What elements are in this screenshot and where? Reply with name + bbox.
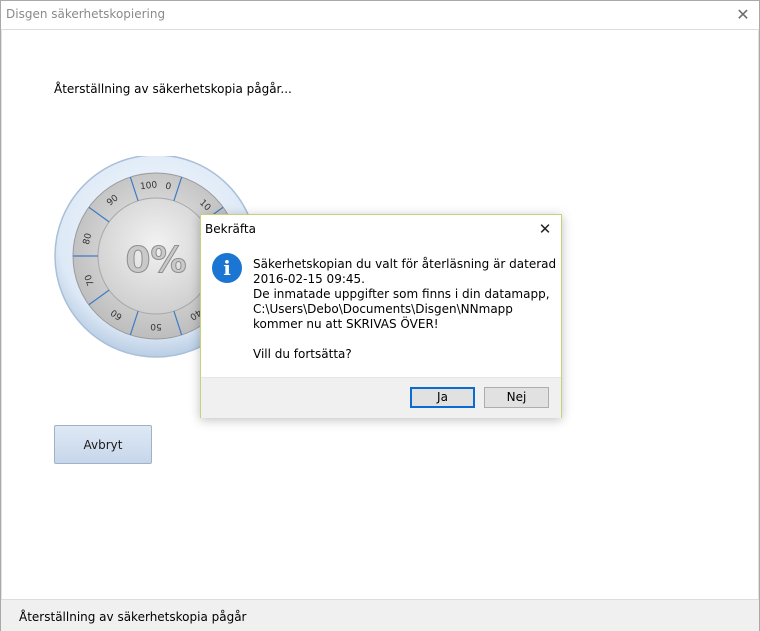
- cancel-button[interactable]: Avbryt: [54, 425, 152, 464]
- question-text: Vill du fortsätta?: [253, 347, 352, 361]
- dialog-footer: Ja Nej: [201, 377, 561, 418]
- status-text: Återställning av säkerhetskopia pågår: [19, 610, 247, 624]
- confirm-dialog: Bekräfta ✕ i Säkerhetskopian du valt för…: [200, 214, 562, 418]
- status-bar: Återställning av säkerhetskopia pågår: [1, 599, 759, 631]
- title-bar: Disgen säkerhetskopiering ✕: [1, 1, 759, 29]
- dial-tick-label: 50: [150, 321, 162, 331]
- info-icon: i: [212, 253, 242, 283]
- message-line: Säkerhetskopian du valt för återläsning …: [253, 257, 557, 271]
- no-button[interactable]: Nej: [484, 387, 549, 408]
- dialog-close-icon[interactable]: ✕: [535, 219, 555, 239]
- message-line: De inmatade uppgifter som finns i din da…: [253, 287, 550, 301]
- progress-text: Återställning av säkerhetskopia pågår...: [54, 82, 292, 96]
- dialog-title: Bekräfta: [205, 222, 256, 236]
- dial-tick-label: 100: [140, 180, 158, 192]
- message-line: C:\Users\Debo\Documents\Disgen\NNmapp: [253, 302, 513, 316]
- message-line: 2016-02-15 09:45.: [253, 272, 365, 286]
- progress-percent: 0%: [125, 240, 186, 281]
- yes-button[interactable]: Ja: [410, 387, 475, 408]
- message-line: kommer nu att SKRIVAS ÖVER!: [253, 317, 439, 331]
- window-close-icon[interactable]: ✕: [731, 3, 755, 27]
- window-title: Disgen säkerhetskopiering: [6, 7, 166, 21]
- backup-window: Disgen säkerhetskopiering ✕ Återställnin…: [0, 0, 760, 631]
- dialog-message: Säkerhetskopian du valt för återläsning …: [253, 257, 556, 362]
